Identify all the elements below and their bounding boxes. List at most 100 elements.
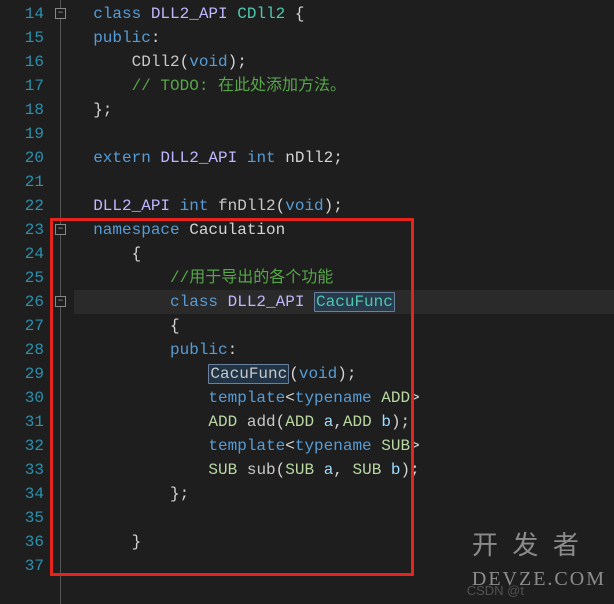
token <box>237 149 247 167</box>
line-number: 27 <box>0 314 44 338</box>
token: SUB <box>208 461 237 479</box>
token: { <box>132 317 180 335</box>
line-number: 32 <box>0 434 44 458</box>
line-number: 28 <box>0 338 44 362</box>
token: { <box>285 5 304 23</box>
line-number: 17 <box>0 74 44 98</box>
code-line[interactable]: template<typename ADD> <box>74 386 614 410</box>
line-number: 23 <box>0 218 44 242</box>
line-number: 15 <box>0 26 44 50</box>
code-line[interactable]: // TODO: 在此处添加方法。 <box>74 74 614 98</box>
token <box>132 341 170 359</box>
code-line[interactable] <box>74 506 614 530</box>
token: }; <box>132 485 190 503</box>
token <box>237 461 247 479</box>
code-line[interactable]: public: <box>74 338 614 362</box>
token: Caculation <box>189 221 285 239</box>
token: ; <box>333 149 343 167</box>
code-line[interactable]: CDll2(void); <box>74 50 614 74</box>
fold-toggle-icon[interactable]: − <box>55 224 66 235</box>
code-line[interactable]: CacuFunc(void); <box>74 362 614 386</box>
token: DLL2_API <box>93 197 170 215</box>
token: int <box>180 197 218 215</box>
token: : <box>228 341 238 359</box>
token: void <box>285 197 323 215</box>
token: ); <box>391 413 410 431</box>
code-line[interactable]: namespace Caculation <box>74 218 614 242</box>
code-line[interactable]: }; <box>74 482 614 506</box>
code-line[interactable]: SUB sub(SUB a, SUB b); <box>74 458 614 482</box>
code-line[interactable]: public: <box>74 26 614 50</box>
token: // TODO: 在此处添加方法。 <box>132 77 346 95</box>
token: extern <box>93 149 160 167</box>
token: //用于导出的各个功能 <box>170 269 333 287</box>
token <box>132 269 170 287</box>
token: ADD <box>285 413 314 431</box>
code-editor[interactable]: 1415161718192021222324252627282930313233… <box>0 0 614 604</box>
token: class <box>170 293 228 311</box>
line-number-gutter: 1415161718192021222324252627282930313233… <box>0 0 52 604</box>
code-line[interactable]: DLL2_API int fnDll2(void); <box>74 194 614 218</box>
fold-toggle-icon[interactable]: − <box>55 296 66 307</box>
token: namespace <box>93 221 189 239</box>
token: CacuFunc <box>208 364 289 384</box>
token: nDll2 <box>285 149 333 167</box>
token: ADD <box>381 389 410 407</box>
line-number: 33 <box>0 458 44 482</box>
code-line[interactable]: class DLL2_API CacuFunc <box>74 290 614 314</box>
token: , <box>333 413 343 431</box>
line-number: 29 <box>0 362 44 386</box>
line-number: 16 <box>0 50 44 74</box>
code-area[interactable]: class DLL2_API CDll2 { public: CDll2(voi… <box>74 0 614 604</box>
token <box>381 461 391 479</box>
token: DLL2_API <box>160 149 237 167</box>
token: ( <box>276 461 286 479</box>
token: typename <box>295 437 372 455</box>
code-line[interactable] <box>74 170 614 194</box>
token: a <box>324 461 334 479</box>
token: }; <box>93 101 112 119</box>
token <box>228 5 238 23</box>
token: CacuFunc <box>314 292 395 312</box>
code-line[interactable]: } <box>74 530 614 554</box>
line-number: 14 <box>0 2 44 26</box>
code-line[interactable]: class DLL2_API CDll2 { <box>74 2 614 26</box>
token: ( <box>180 53 190 71</box>
token: typename <box>295 389 372 407</box>
code-line[interactable]: }; <box>74 98 614 122</box>
token: ADD <box>343 413 372 431</box>
token: public <box>170 341 228 359</box>
code-line[interactable]: ADD add(ADD a,ADD b); <box>74 410 614 434</box>
code-line[interactable]: //用于导出的各个功能 <box>74 266 614 290</box>
token: ( <box>289 365 299 383</box>
token: class <box>93 5 151 23</box>
code-line[interactable]: { <box>74 314 614 338</box>
token: ); <box>228 53 247 71</box>
token: int <box>247 149 285 167</box>
code-line[interactable]: { <box>74 242 614 266</box>
token: b <box>391 461 401 479</box>
line-number: 34 <box>0 482 44 506</box>
token: template <box>208 389 285 407</box>
code-line[interactable]: extern DLL2_API int nDll2; <box>74 146 614 170</box>
token <box>132 365 209 383</box>
line-number: 24 <box>0 242 44 266</box>
code-line[interactable]: template<typename SUB> <box>74 434 614 458</box>
token: DLL2_API <box>151 5 228 23</box>
fold-column[interactable]: − − − <box>52 0 74 604</box>
token <box>93 53 131 71</box>
code-line[interactable] <box>74 122 614 146</box>
line-number: 19 <box>0 122 44 146</box>
line-number: 26 <box>0 290 44 314</box>
token: { <box>132 245 142 263</box>
code-line[interactable] <box>74 554 614 578</box>
token: > <box>410 389 420 407</box>
fold-toggle-icon[interactable]: − <box>55 8 66 19</box>
line-number: 30 <box>0 386 44 410</box>
token <box>132 437 209 455</box>
token: SUB <box>381 437 410 455</box>
token: < <box>285 389 295 407</box>
token: sub <box>247 461 276 479</box>
line-number: 31 <box>0 410 44 434</box>
token: SUB <box>353 461 382 479</box>
